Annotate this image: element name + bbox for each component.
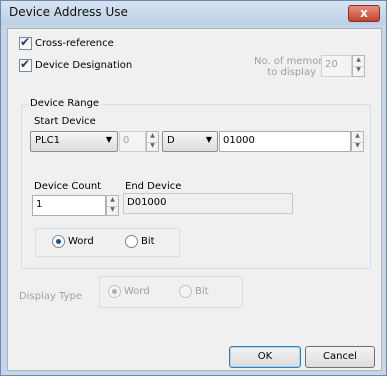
cancel-button[interactable]: Cancel [305, 346, 375, 368]
device-range-title: Device Range [28, 98, 102, 109]
dialog-body: ✔ Cross-reference ✔ Device Designation N… [7, 28, 382, 371]
device-type-select[interactable]: D ▼ [162, 131, 218, 152]
memories-input[interactable]: 20 [321, 55, 352, 77]
memories-label-line2: to display [267, 67, 316, 78]
close-button[interactable]: x [348, 5, 380, 22]
end-device-label: End Device [125, 181, 182, 192]
word-radio[interactable] [52, 235, 65, 248]
memories-spinner[interactable]: ▲ ▼ [352, 55, 365, 77]
chevron-down-icon: ▼ [105, 135, 112, 144]
end-device-value: D01000 [127, 197, 167, 208]
station-spinner[interactable]: ▲ ▼ [146, 131, 159, 152]
checkmark-icon: ✔ [20, 35, 31, 49]
display-bit-radio[interactable] [179, 285, 192, 298]
chevron-down-icon: ▼ [205, 135, 212, 144]
spin-down-icon[interactable]: ▼ [352, 142, 363, 152]
title-bar[interactable]: Device Address Use x [1, 1, 386, 25]
spin-down-icon[interactable]: ▼ [107, 206, 118, 216]
spin-down-icon[interactable]: ▼ [147, 142, 158, 152]
display-word-label[interactable]: Word [124, 286, 150, 297]
ok-button[interactable]: OK [229, 346, 301, 368]
device-designation-label[interactable]: Device Designation [35, 60, 132, 71]
bit-radio-label[interactable]: Bit [141, 236, 155, 247]
device-count-value: 1 [36, 199, 43, 210]
cross-reference-checkbox[interactable]: ✔ [19, 35, 32, 50]
display-word-radio[interactable] [108, 285, 121, 298]
end-device-field: D01000 [123, 193, 293, 214]
dialog-title: Device Address Use [9, 5, 128, 19]
memories-value: 20 [325, 59, 338, 70]
device-type-value: D [167, 135, 175, 146]
device-count-input[interactable]: 1 [32, 195, 106, 216]
address-spinner[interactable]: ▲ ▼ [351, 131, 364, 152]
address-value: 01000 [223, 135, 255, 146]
word-radio-label[interactable]: Word [68, 236, 94, 247]
display-bit-label[interactable]: Bit [195, 286, 209, 297]
device-count-spinner[interactable]: ▲ ▼ [106, 195, 119, 216]
cross-reference-label[interactable]: Cross-reference [35, 38, 114, 49]
dialog-window: Device Address Use x ✔ Cross-reference ✔… [0, 0, 387, 376]
address-input[interactable]: 01000 [219, 131, 351, 152]
bit-radio[interactable] [125, 235, 138, 248]
device-designation-checkbox[interactable]: ✔ [19, 57, 32, 72]
plc-value: PLC1 [35, 135, 60, 146]
checkmark-icon: ✔ [20, 57, 31, 71]
station-value: 0 [123, 135, 130, 146]
plc-select[interactable]: PLC1 ▼ [30, 131, 118, 152]
spin-down-icon[interactable]: ▼ [353, 66, 364, 76]
start-device-label: Start Device [34, 116, 96, 127]
display-type-label: Display Type [19, 291, 83, 302]
device-count-label: Device Count [34, 181, 102, 192]
memories-label-line1: No. of memories [254, 56, 337, 67]
station-input[interactable]: 0 [119, 131, 146, 152]
